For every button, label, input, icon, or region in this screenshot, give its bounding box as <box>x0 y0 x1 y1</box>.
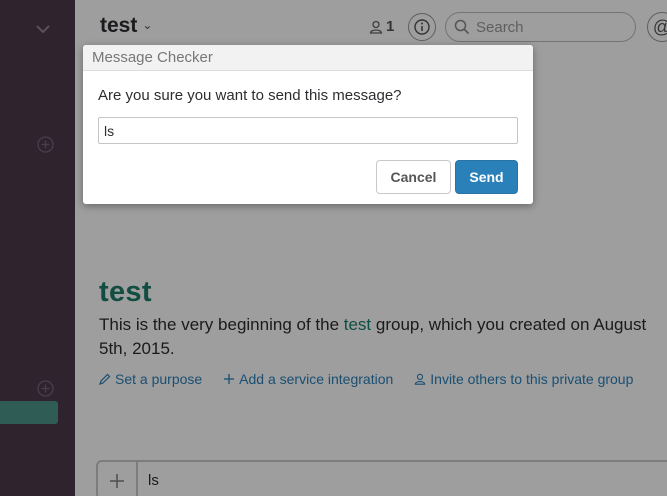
dialog-message-field[interactable] <box>98 117 518 144</box>
message-checker-dialog: Message Checker Are you sure you want to… <box>83 45 533 204</box>
dialog-title: Message Checker <box>83 45 533 71</box>
dialog-question: Are you sure you want to send this messa… <box>98 87 402 104</box>
send-button[interactable]: Send <box>455 160 518 194</box>
cancel-button[interactable]: Cancel <box>376 160 451 194</box>
